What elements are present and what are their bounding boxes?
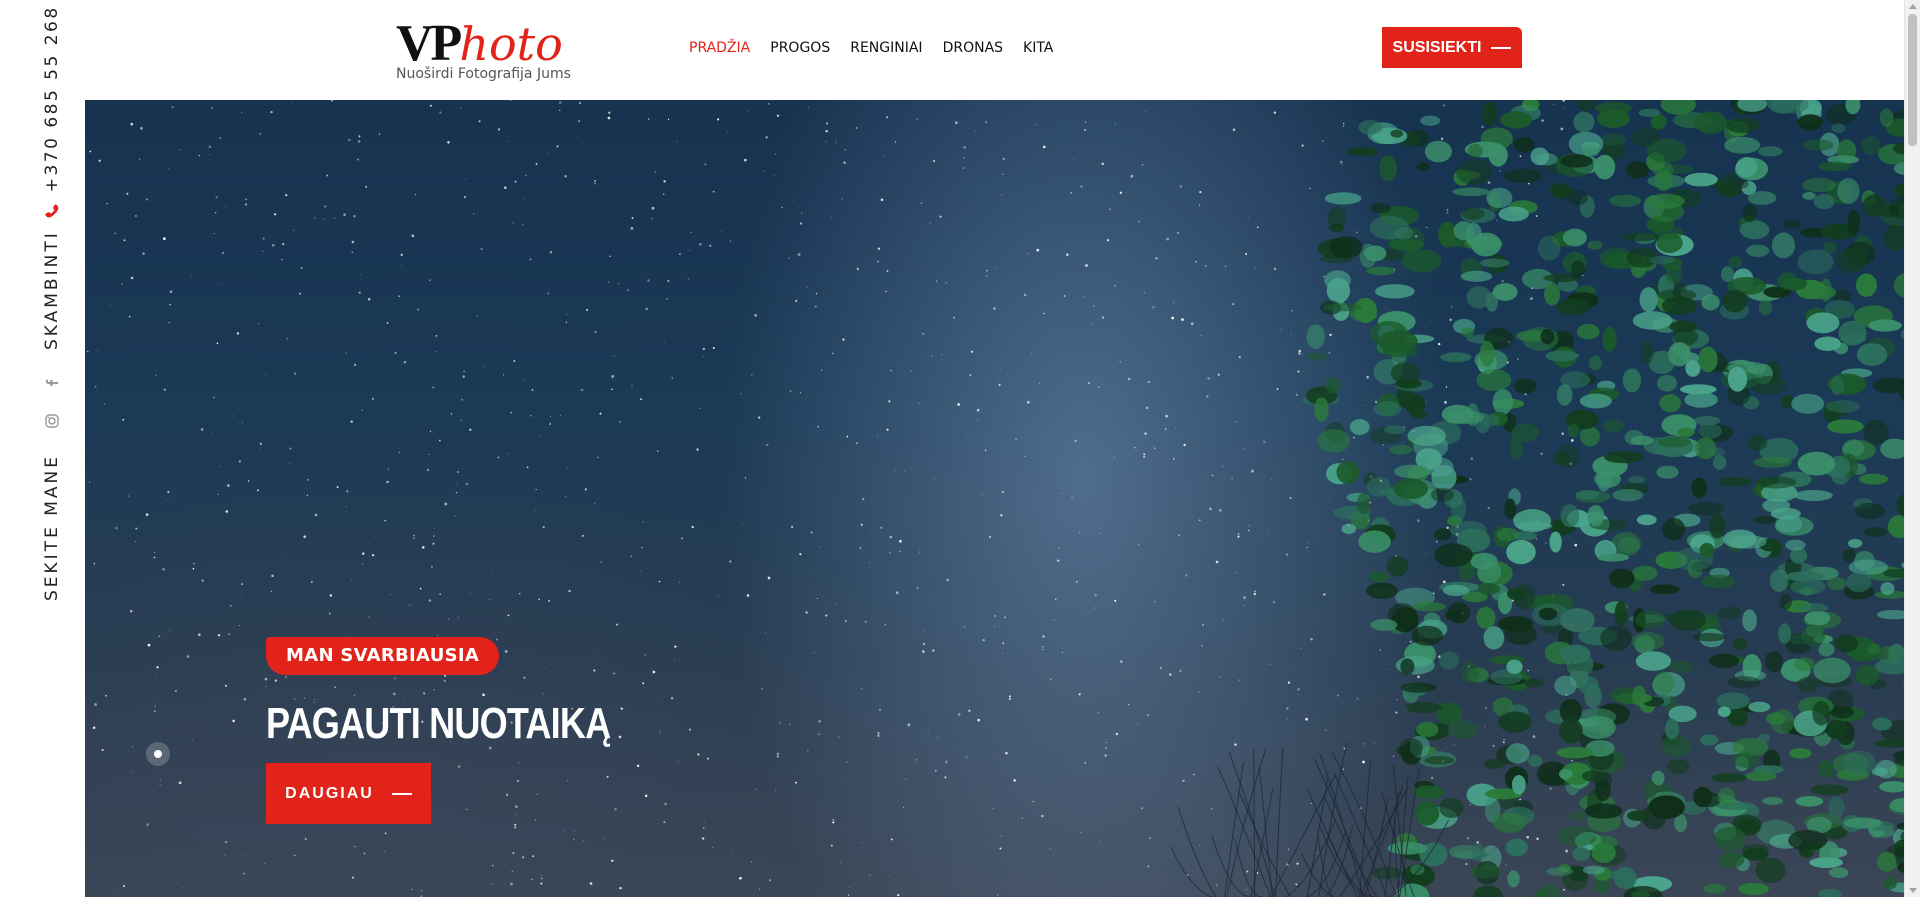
phone-icon: [43, 202, 61, 220]
logo[interactable]: VPhoto Nuoširdi Fotografija Jums: [396, 16, 586, 86]
page-scrollbar[interactable]: [1904, 0, 1920, 897]
nav-item-dronas[interactable]: DRONAS: [943, 40, 1003, 56]
logo-photo: hoto: [459, 17, 563, 71]
side-rail: SEKITE MANE SKAMBINTI +370 685 55 268: [0, 0, 84, 897]
nav-item-kita[interactable]: KITA: [1023, 40, 1053, 56]
call-label: SKAMBINTI: [42, 230, 62, 351]
phone-number[interactable]: +370 685 55 268: [42, 5, 62, 192]
nav-item-pradzia[interactable]: PRADŽIA: [689, 40, 750, 56]
dash-icon: [391, 792, 412, 795]
scroll-down-arrow-icon[interactable]: [1909, 888, 1917, 893]
side-rail-content: SEKITE MANE SKAMBINTI +370 685 55 268: [42, 5, 62, 601]
hero-content: MAN SVARBIAUSIA PAGAUTI NUOTAIKĄ DAUGIAU: [266, 637, 686, 824]
logo-tagline: Nuoširdi Fotografija Jums: [396, 66, 571, 82]
hero-banner: MAN SVARBIAUSIA PAGAUTI NUOTAIKĄ DAUGIAU: [85, 100, 1904, 897]
nav-item-renginiai[interactable]: RENGINIAI: [850, 40, 922, 56]
follow-label: SEKITE MANE: [42, 454, 62, 601]
hero-title: PAGAUTI NUOTAIKĄ: [266, 699, 611, 748]
dash-icon: [1491, 46, 1512, 49]
nav-item-progos[interactable]: PROGOS: [770, 40, 830, 56]
more-button-label: DAUGIAU: [285, 784, 374, 802]
hero-badge: MAN SVARBIAUSIA: [266, 637, 500, 675]
instagram-icon[interactable]: [43, 412, 61, 430]
site-header: VPhoto Nuoširdi Fotografija Jums PRADŽIA…: [84, 0, 1904, 100]
logo-wordmark: VPhoto: [396, 15, 563, 72]
scroll-up-arrow-icon[interactable]: [1909, 4, 1917, 9]
contact-button[interactable]: SUSISIEKTI: [1382, 27, 1522, 68]
contact-button-label: SUSISIEKTI: [1392, 38, 1482, 56]
scroll-thumb[interactable]: [1908, 14, 1917, 146]
facebook-icon[interactable]: [43, 374, 61, 392]
main-nav: PRADŽIA PROGOS RENGINIAI DRONAS KITA: [689, 40, 1073, 56]
logo-vp: VP: [396, 15, 462, 72]
more-button[interactable]: DAUGIAU: [266, 763, 431, 824]
